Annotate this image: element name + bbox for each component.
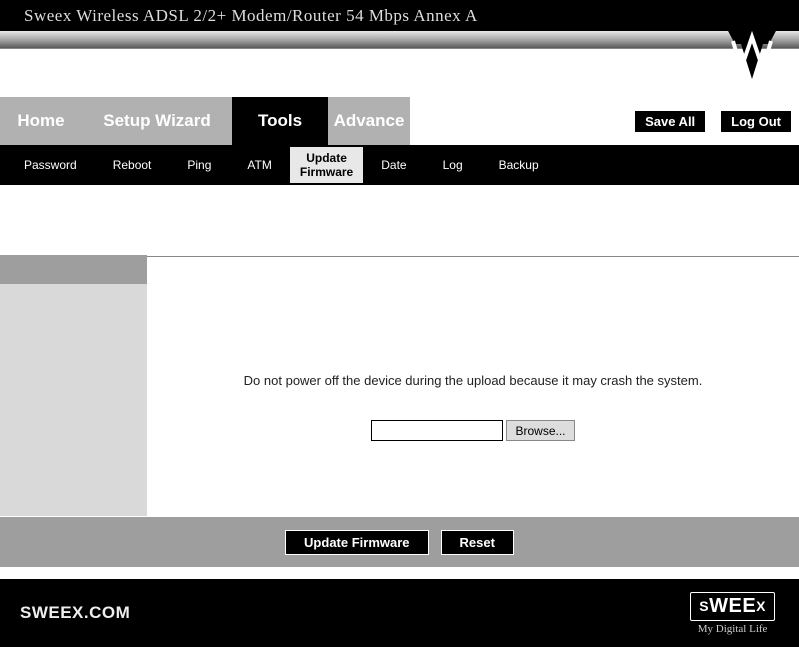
- tab-tools[interactable]: Tools: [232, 97, 328, 145]
- subtab-update-firmware[interactable]: UpdateFirmware: [290, 147, 363, 184]
- sweex-brand-logo: SWEEX: [690, 592, 775, 621]
- subtab-atm[interactable]: ATM: [229, 158, 289, 172]
- firmware-file-input[interactable]: [371, 420, 503, 441]
- device-title: Sweex Wireless ADSL 2/2+ Modem/Router 54…: [24, 6, 478, 25]
- subtab-password[interactable]: Password: [6, 158, 95, 172]
- log-out-button[interactable]: Log Out: [721, 111, 791, 132]
- subtab-backup[interactable]: Backup: [481, 158, 557, 172]
- tab-home[interactable]: Home: [0, 97, 82, 145]
- sweex-w-logo-icon: [727, 29, 777, 89]
- warning-text: Do not power off the device during the u…: [147, 373, 799, 388]
- header-gradient: [0, 31, 799, 49]
- subtab-reboot[interactable]: Reboot: [95, 158, 170, 172]
- save-all-button[interactable]: Save All: [635, 111, 705, 132]
- main-tabs: Home Setup Wizard Tools Advance Save All…: [0, 97, 799, 145]
- sweex-tagline: My Digital Life: [690, 623, 775, 635]
- subtab-update-firmware-label: UpdateFirmware: [300, 151, 353, 180]
- subtab-log[interactable]: Log: [425, 158, 481, 172]
- update-firmware-button[interactable]: Update Firmware: [285, 530, 428, 555]
- tab-advance[interactable]: Advance: [328, 97, 410, 145]
- sub-tabs: Password Reboot Ping ATM UpdateFirmware …: [0, 145, 799, 185]
- browse-button[interactable]: Browse...: [506, 420, 574, 441]
- subtab-date[interactable]: Date: [363, 158, 424, 172]
- action-bar: Update Firmware Reset: [0, 517, 799, 567]
- left-sidebar: [0, 185, 147, 517]
- subtab-ping[interactable]: Ping: [169, 158, 229, 172]
- footer-site-link[interactable]: SWEEX.COM: [20, 603, 130, 623]
- tab-setup-wizard[interactable]: Setup Wizard: [82, 97, 232, 145]
- footer: SWEEX.COM SWEEX My Digital Life: [0, 579, 799, 647]
- title-bar: Sweex Wireless ADSL 2/2+ Modem/Router 54…: [0, 0, 799, 31]
- content-panel: Do not power off the device during the u…: [147, 257, 799, 517]
- reset-button[interactable]: Reset: [441, 530, 514, 555]
